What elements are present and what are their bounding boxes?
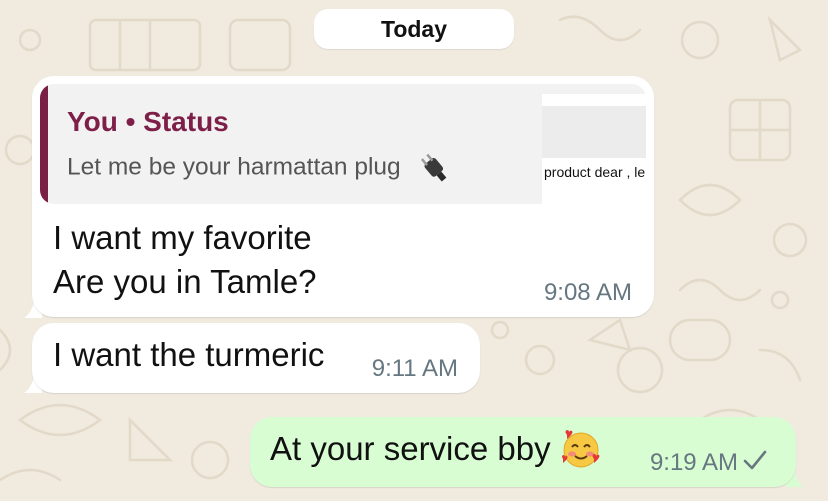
- message-bubble-outgoing[interactable]: At your service bby 9:19 AM: [250, 417, 796, 487]
- message-bubble-incoming[interactable]: You • Status Let me be your harmattan pl…: [32, 76, 654, 317]
- plug-icon: [421, 153, 447, 182]
- status-reply-quote[interactable]: You • Status Let me be your harmattan pl…: [40, 84, 646, 204]
- chat-view: Today You • Status Let me be your harmat…: [0, 0, 828, 501]
- quote-text: Let me be your harmattan plug: [67, 153, 401, 181]
- message-text: I want my favorite Are you in Tamle?: [53, 216, 317, 304]
- message-line: I want my favorite: [53, 219, 312, 256]
- quote-author: You • Status: [67, 106, 229, 137]
- message-text-row: At your service bby: [270, 429, 601, 469]
- message-timestamp: 9:08 AM: [543, 279, 632, 306]
- message-line: Are you in Tamle?: [53, 263, 317, 300]
- smiling-face-with-hearts-emoji: [561, 430, 600, 468]
- single-check-icon: [743, 450, 767, 470]
- message-text: I want the turmeric: [53, 336, 325, 373]
- quote-text-row: Let me be your harmattan plug: [67, 150, 451, 186]
- thumbnail-caption: product dear , le: [544, 164, 646, 180]
- message-timestamp: 9:11 AM: [371, 355, 458, 382]
- date-separator: Today: [314, 9, 514, 49]
- message-timestamp: 9:19 AM: [649, 449, 738, 476]
- status-thumbnail: product dear , le: [542, 94, 646, 204]
- quote-accent-bar: [40, 84, 48, 204]
- message-bubble-incoming[interactable]: I want the turmeric 9:11 AM: [32, 323, 480, 393]
- thumbnail-band: [542, 106, 646, 158]
- message-text: At your service bby: [270, 430, 551, 467]
